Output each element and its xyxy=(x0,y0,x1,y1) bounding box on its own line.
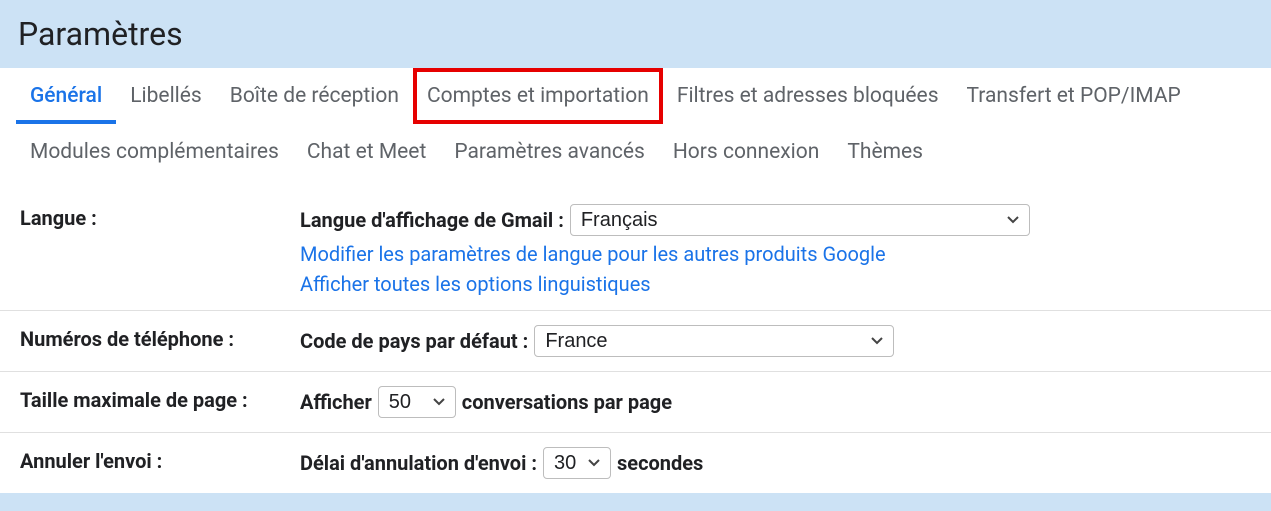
setting-pagesize-value: Afficher 50 conversations par page xyxy=(300,386,1251,418)
tab-themes[interactable]: Thèmes xyxy=(833,124,937,180)
phone-display-label: Code de pays par défaut : xyxy=(300,329,528,353)
undo-prefix: Délai d'annulation d'envoi : xyxy=(300,451,537,475)
language-select[interactable]: Français xyxy=(570,204,1030,236)
setting-phone-value: Code de pays par défaut : France xyxy=(300,325,1251,357)
language-display-label: Langue d'affichage de Gmail : xyxy=(300,208,564,232)
tab-addons[interactable]: Modules complémentaires xyxy=(16,124,293,180)
page-title: Paramètres xyxy=(18,15,1271,53)
tab-accounts-import[interactable]: Comptes et importation xyxy=(413,68,663,124)
tab-labels[interactable]: Libellés xyxy=(116,68,216,124)
language-other-products-link[interactable]: Modifier les paramètres de langue pour l… xyxy=(300,242,1251,266)
pagesize-select[interactable]: 50 xyxy=(378,386,456,418)
tabs-row-1: Général Libellés Boîte de réception Comp… xyxy=(0,68,1271,124)
page-header: Paramètres xyxy=(0,0,1271,68)
tab-inbox[interactable]: Boîte de réception xyxy=(216,68,413,124)
tab-forwarding[interactable]: Transfert et POP/IMAP xyxy=(953,68,1195,124)
settings-content: Général Libellés Boîte de réception Comp… xyxy=(0,68,1271,493)
undo-suffix: secondes xyxy=(617,451,703,475)
setting-undo: Annuler l'envoi : Délai d'annulation d'e… xyxy=(0,433,1271,493)
tab-advanced[interactable]: Paramètres avancés xyxy=(440,124,659,180)
setting-undo-value: Délai d'annulation d'envoi : 30 secondes xyxy=(300,447,1251,479)
country-code-select[interactable]: France xyxy=(534,325,894,357)
undo-delay-select[interactable]: 30 xyxy=(543,447,611,479)
setting-language-label: Langue : xyxy=(20,204,300,230)
setting-language-value: Langue d'affichage de Gmail : Français M… xyxy=(300,204,1251,296)
setting-phone: Numéros de téléphone : Code de pays par … xyxy=(0,311,1271,372)
tab-general[interactable]: Général xyxy=(16,68,116,124)
setting-pagesize: Taille maximale de page : Afficher 50 co… xyxy=(0,372,1271,433)
tab-chat[interactable]: Chat et Meet xyxy=(293,124,440,180)
setting-phone-label: Numéros de téléphone : xyxy=(20,325,300,351)
tabs-row-2: Modules complémentaires Chat et Meet Par… xyxy=(0,124,1271,180)
setting-pagesize-label: Taille maximale de page : xyxy=(20,386,300,412)
tab-filters[interactable]: Filtres et adresses bloquées xyxy=(663,68,953,124)
tab-offline[interactable]: Hors connexion xyxy=(659,124,834,180)
setting-undo-label: Annuler l'envoi : xyxy=(20,447,300,473)
setting-language: Langue : Langue d'affichage de Gmail : F… xyxy=(0,190,1271,311)
pagesize-suffix: conversations par page xyxy=(462,390,672,414)
pagesize-prefix: Afficher xyxy=(300,390,372,414)
settings-body: Langue : Langue d'affichage de Gmail : F… xyxy=(0,180,1271,493)
language-show-all-link[interactable]: Afficher toutes les options linguistique… xyxy=(300,272,1251,296)
